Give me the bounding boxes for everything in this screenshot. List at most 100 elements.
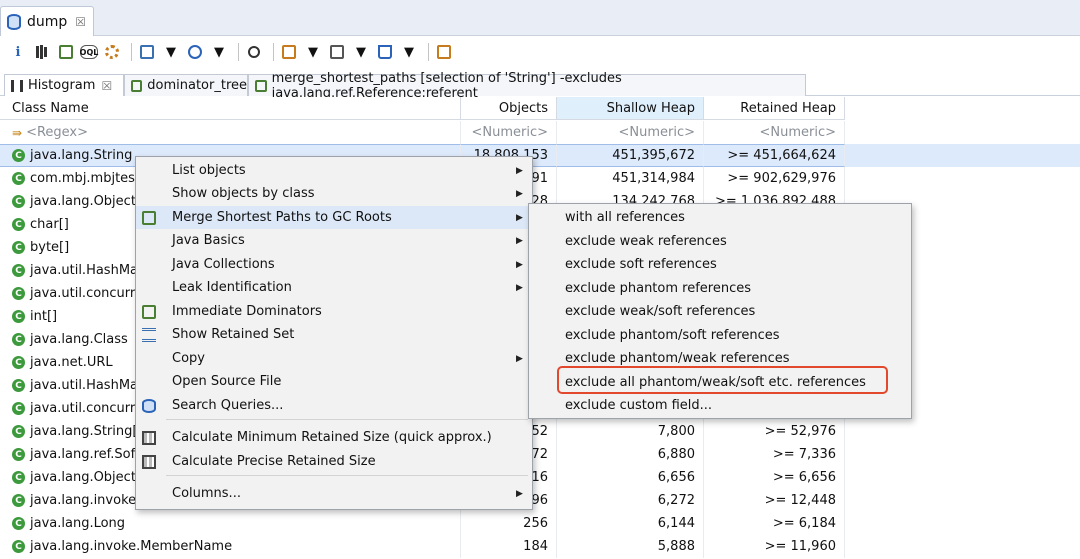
retained-heap-cell: >= 12,448 — [704, 489, 845, 512]
close-icon[interactable]: ☒ — [75, 15, 86, 29]
leak-suspects-icon[interactable] — [434, 42, 454, 62]
class-icon: C — [12, 195, 25, 208]
oql-icon[interactable]: OQL — [80, 45, 98, 59]
class-name-text: java.lang.Object — [30, 470, 136, 485]
chevron-right-icon: ▶ — [516, 188, 523, 199]
column-header-objects[interactable]: Objects — [461, 97, 557, 120]
dominator-tree-icon — [131, 79, 143, 92]
menu-item[interactable]: Search Queries... — [136, 394, 532, 417]
merge-paths-icon — [255, 79, 267, 92]
chevron-down-icon[interactable]: ▼ — [351, 42, 371, 62]
class-icon: C — [12, 425, 25, 438]
class-name-text: java.util.concurre — [30, 401, 143, 416]
class-name-text: java.net.URL — [30, 355, 113, 370]
menu-item[interactable]: Calculate Minimum Retained Size (quick a… — [136, 426, 532, 449]
menu-separator — [166, 475, 528, 476]
menu-item-label: Merge Shortest Paths to GC Roots — [172, 210, 392, 225]
menu-item-label: Open Source File — [172, 374, 282, 389]
menu-item[interactable]: Leak Identification ▶ — [136, 276, 532, 299]
editor-tab-strip: dump ☒ — [0, 0, 1080, 36]
menu-item[interactable]: Calculate Precise Retained Size — [136, 450, 532, 473]
tab-merge-shortest-paths[interactable]: merge_shortest_paths [selection of 'Stri… — [248, 71, 806, 101]
menu-item-label: Copy — [172, 351, 205, 366]
column-header-retained-heap[interactable]: Retained Heap — [704, 97, 845, 120]
objects-cell: 184 — [461, 535, 557, 558]
retained-heap-cell: >= 7,336 — [704, 443, 845, 466]
view-tab-strip: Histogram ☒ dominator_tree merge_shortes… — [0, 71, 1080, 101]
class-name-text: java.lang.String[] — [30, 424, 143, 439]
export-icon[interactable] — [375, 42, 395, 62]
menu-item[interactable]: List objects ▶ — [136, 159, 532, 182]
chevron-down-icon[interactable]: ▼ — [399, 42, 419, 62]
class-name-cell: Cjava.lang.Long — [0, 512, 461, 535]
toolbar: i OQL ▼ ▼ ▼ ▼ ▼ — [0, 36, 1080, 68]
table-icon[interactable] — [327, 42, 347, 62]
menu-item[interactable]: Java Basics ▶ — [136, 229, 532, 252]
tab-dominator-tree[interactable]: dominator_tree — [124, 74, 248, 96]
search-icon[interactable] — [244, 42, 264, 62]
shallow-filter-input[interactable]: <Numeric> — [557, 121, 704, 144]
class-icon: C — [12, 172, 25, 185]
retained-filter-input[interactable]: <Numeric> — [704, 121, 845, 144]
submenu-item[interactable]: exclude soft references — [529, 253, 911, 276]
menu-item[interactable]: Columns... ▶ — [136, 482, 532, 505]
submenu-item[interactable]: exclude phantom references — [529, 277, 911, 300]
search-queries-icon — [142, 398, 156, 413]
class-icon: C — [12, 218, 25, 231]
chevron-right-icon: ▶ — [516, 488, 523, 499]
menu-item[interactable]: Open Source File — [136, 370, 532, 393]
chevron-down-icon[interactable]: ▼ — [303, 42, 323, 62]
dominator-tree-icon[interactable] — [56, 42, 76, 62]
retained-heap-cell: >= 52,976 — [704, 420, 845, 443]
table-row[interactable]: Cjava.lang.Long 256 6,144 >= 6,184 — [0, 512, 1080, 535]
menu-item-label: Immediate Dominators — [172, 304, 322, 319]
menu-item[interactable]: Copy ▶ — [136, 347, 532, 370]
class-icon: C — [12, 287, 25, 300]
menu-item[interactable]: Merge Shortest Paths to GC Roots ▶ — [136, 206, 532, 229]
menu-item[interactable]: Show objects by class ▶ — [136, 182, 532, 205]
retained-heap-cell: >= 6,184 — [704, 512, 845, 535]
group-icon[interactable] — [279, 42, 299, 62]
tab-label: Histogram — [28, 78, 96, 93]
submenu-item[interactable]: exclude custom field... — [529, 394, 911, 417]
shallow-heap-cell: 451,395,672 — [557, 144, 704, 167]
shallow-heap-cell: 6,272 — [557, 489, 704, 512]
chevron-down-icon[interactable]: ▼ — [209, 42, 229, 62]
regex-filter-input[interactable]: ⇛ <Regex> — [0, 121, 461, 144]
info-icon[interactable]: i — [8, 42, 28, 62]
column-header-class-name[interactable]: Class Name — [0, 97, 461, 120]
toolbar-separator — [238, 43, 239, 61]
close-icon[interactable]: ☒ — [101, 79, 112, 93]
gear-icon[interactable] — [102, 42, 122, 62]
column-header-shallow-heap[interactable]: Shallow Heap — [557, 97, 704, 120]
chevron-down-icon[interactable]: ▼ — [161, 42, 181, 62]
menu-item-label: Java Basics — [172, 233, 245, 248]
class-name-text: java.lang.ref.Soft — [30, 447, 141, 462]
submenu-item[interactable]: exclude weak/soft references — [529, 300, 911, 323]
tab-histogram[interactable]: Histogram ☒ — [4, 74, 124, 96]
menu-separator — [166, 419, 528, 420]
submenu-item[interactable]: exclude weak references — [529, 230, 911, 253]
editor-tab-label: dump — [27, 13, 68, 30]
editor-tab-dump[interactable]: dump ☒ — [0, 6, 94, 36]
filter-placeholder: <Regex> — [26, 125, 89, 140]
database-icon[interactable] — [185, 42, 205, 62]
objects-filter-input[interactable]: <Numeric> — [461, 121, 557, 144]
chevron-right-icon: ▶ — [516, 212, 523, 223]
class-icon: C — [12, 402, 25, 415]
tab-label: dominator_tree — [147, 78, 247, 93]
class-icon: C — [12, 471, 25, 484]
class-name-text: java.lang.Long — [30, 516, 126, 531]
report-icon[interactable] — [137, 42, 157, 62]
submenu-item[interactable]: with all references — [529, 206, 911, 229]
class-name-text: java.util.HashMap — [30, 263, 147, 278]
menu-item[interactable]: Show Retained Set — [136, 323, 532, 346]
shallow-heap-cell: 6,656 — [557, 466, 704, 489]
table-row[interactable]: Cjava.lang.invoke.MemberName 184 5,888 >= 1… — [0, 535, 1080, 558]
menu-item[interactable]: Java Collections ▶ — [136, 253, 532, 276]
annotation-highlight-box — [557, 366, 888, 394]
histogram-icon[interactable] — [32, 42, 52, 62]
class-name-cell: Cjava.lang.invoke.MemberName — [0, 535, 461, 558]
submenu-item[interactable]: exclude phantom/soft references — [529, 324, 911, 347]
menu-item[interactable]: Immediate Dominators — [136, 300, 532, 323]
